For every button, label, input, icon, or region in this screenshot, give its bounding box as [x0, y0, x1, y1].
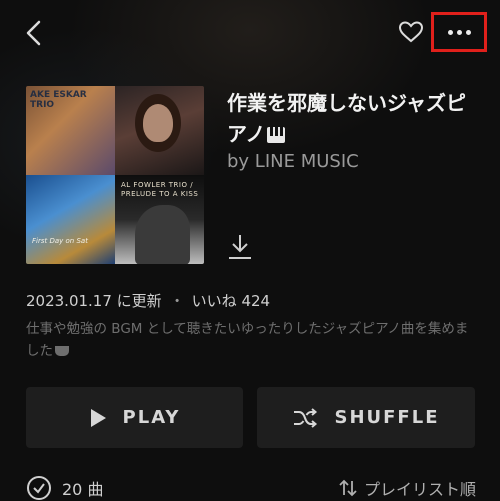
playlist-description: 仕事や勉強の BGM として聴きたいゆったりしたジャズピアノ曲を集めました: [26, 318, 476, 362]
playlist-cover-art: AKE ESKAR TRIO First Day on Sat AL FOWLE…: [26, 86, 204, 264]
select-tracks[interactable]: 20 曲: [26, 475, 103, 501]
cover-tile-text: First Day on Sat: [32, 237, 88, 245]
sort-label: プレイリスト順: [363, 480, 476, 499]
download-icon[interactable]: [226, 232, 254, 262]
cover-tile-text: AL FOWLER TRIO / PRELUDE TO A KISS: [121, 181, 199, 198]
cover-portrait-face: [143, 104, 173, 142]
more-dot-icon: [465, 29, 471, 35]
cover-tile: First Day on Sat: [26, 175, 115, 264]
playlist-title-text: 作業を邪魔しないジャズピアノ: [227, 91, 466, 146]
cover-tile: [115, 86, 204, 175]
check-circle-icon: [27, 476, 51, 500]
play-button[interactable]: PLAY: [26, 387, 243, 448]
cover-tile: AL FOWLER TRIO / PRELUDE TO A KISS: [115, 175, 204, 264]
playlist-meta: 2023.01.17 に更新・いいね 424: [26, 290, 270, 311]
heart-icon[interactable]: [398, 20, 424, 44]
coffee-icon: [55, 346, 69, 356]
cover-tile: AKE ESKAR TRIO: [26, 86, 115, 175]
shuffle-button[interactable]: SHUFFLE: [257, 387, 475, 448]
track-count: 20 曲: [62, 480, 104, 499]
piano-keyboard-icon: [267, 127, 286, 143]
meta-separator: ・: [169, 292, 185, 310]
playlist-curator[interactable]: by LINE MUSIC: [227, 151, 359, 172]
playlist-description-text: 仕事や勉強の BGM として聴きたいゆったりしたジャズピアノ曲を集めました: [26, 321, 469, 359]
more-dot-icon: [456, 29, 462, 35]
shuffle-button-label: SHUFFLE: [334, 407, 440, 428]
cover-figure: [135, 205, 190, 264]
play-icon: [90, 408, 106, 427]
shuffle-icon: [294, 407, 318, 428]
play-button-label: PLAY: [122, 407, 181, 428]
cover-tile-text: AKE ESKAR TRIO: [30, 90, 87, 110]
sort-icon: [339, 479, 357, 497]
more-options-button[interactable]: [431, 12, 487, 52]
playlist-title: 作業を邪魔しないジャズピアノ: [227, 88, 477, 150]
sort-order-button[interactable]: プレイリスト順: [338, 476, 476, 500]
chevron-left-icon[interactable]: [22, 18, 46, 48]
updated-date: 2023.01.17 に更新: [26, 292, 162, 310]
more-dot-icon: [447, 29, 453, 35]
like-count: いいね 424: [191, 292, 271, 310]
